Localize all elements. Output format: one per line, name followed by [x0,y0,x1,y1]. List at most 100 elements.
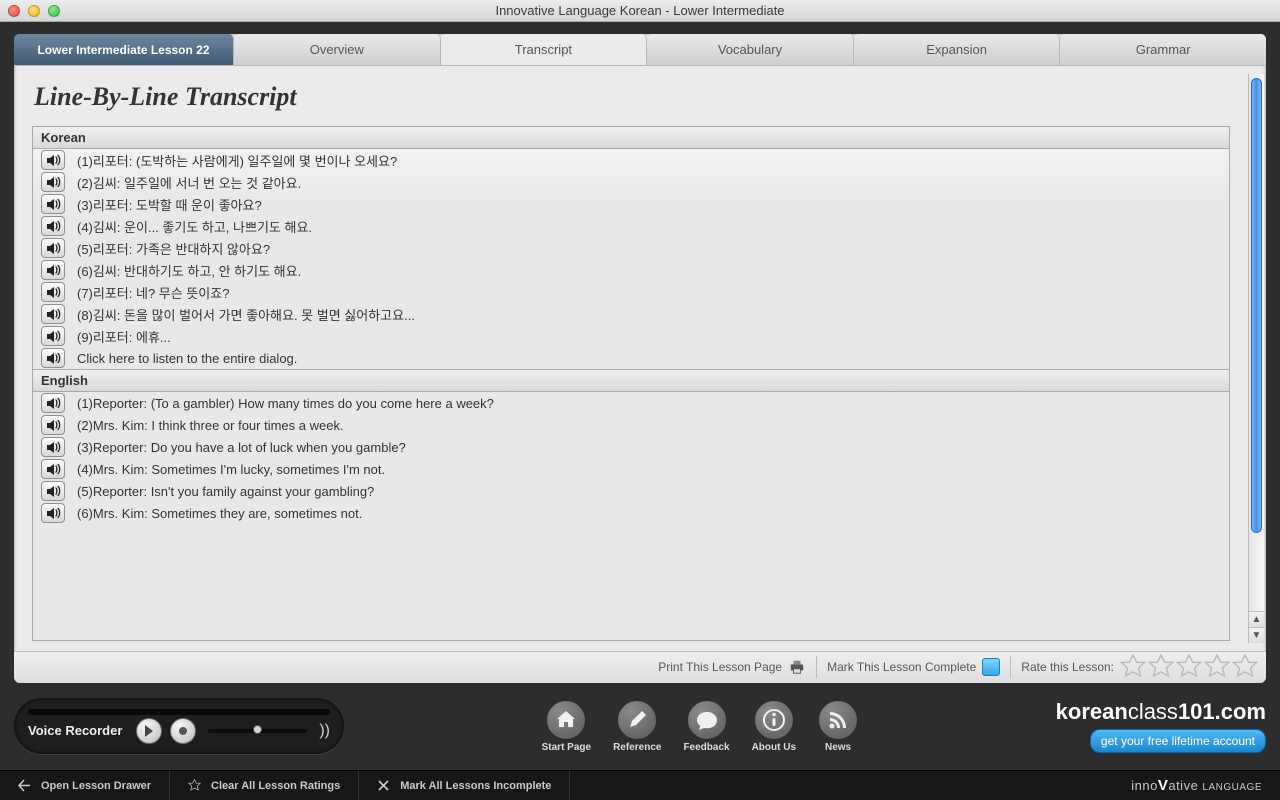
promo-brand: koreanclass101.com [1056,699,1266,725]
play-line-button[interactable] [41,459,65,479]
line-text: (2)김씨: 일주일에 서너 번 오는 것 같아요. [77,173,301,192]
play-line-button[interactable] [41,238,65,258]
scroll-up-icon[interactable]: ▲ [1249,611,1264,627]
play-line-button[interactable] [41,172,65,192]
transcript-line: Click here to listen to the entire dialo… [33,347,1229,369]
play-button[interactable] [136,718,162,744]
minimize-icon[interactable] [28,5,40,17]
voice-recorder: Voice Recorder )) [14,698,344,754]
recorder-progress[interactable] [28,709,330,715]
scroll-down-icon[interactable]: ▼ [1249,627,1264,643]
play-line-button[interactable] [41,260,65,280]
play-line-button[interactable] [41,415,65,435]
brand-label: innoVative LANGUAGE [1131,777,1280,794]
clear-ratings-button[interactable]: Clear All Lesson Ratings [170,771,359,800]
transcript-line: (3)리포터: 도박할 때 운이 좋아요? [33,193,1229,215]
x-icon [377,779,390,792]
nav-feedback[interactable]: Feedback [683,700,729,753]
promo-cta-button[interactable]: get your free lifetime account [1090,729,1266,753]
transcript-line: (3)Reporter: Do you have a lot of luck w… [33,436,1229,458]
transcript-line: (6)김씨: 반대하기도 하고, 안 하기도 해요. [33,259,1229,281]
open-lesson-drawer-button[interactable]: Open Lesson Drawer [0,771,170,800]
info-icon [754,700,794,740]
play-line-button[interactable] [41,393,65,413]
line-text: (8)김씨: 돈을 많이 벌어서 가면 좋아해요. 못 벌면 싫어하고요... [77,305,415,324]
line-text: (2)Mrs. Kim: I think three or four times… [77,418,344,433]
star-icon[interactable] [1148,654,1174,680]
speaker-icon [46,198,61,211]
play-line-button[interactable] [41,304,65,324]
speaker-icon [46,441,61,454]
play-line-button[interactable] [41,282,65,302]
play-line-button[interactable] [41,481,65,501]
play-icon [144,725,154,737]
speaker-icon [46,176,61,189]
star-icon[interactable] [1120,654,1146,680]
nav-start-page[interactable]: Start Page [542,700,591,753]
play-line-button[interactable] [41,437,65,457]
nav-label: Feedback [683,742,729,753]
speaker-icon [46,330,61,343]
transcript-line: (5)Reporter: Isn't you family against yo… [33,480,1229,502]
play-line-button[interactable] [41,503,65,523]
play-line-button[interactable] [41,326,65,346]
drawer-icon [18,779,31,792]
nav-label: Reference [613,742,661,753]
star-icon[interactable] [1232,654,1258,680]
zoom-icon[interactable] [48,5,60,17]
speaker-icon [46,242,61,255]
tab-expansion[interactable]: Expansion [854,34,1061,65]
line-text: (6)Mrs. Kim: Sometimes they are, sometim… [77,506,362,521]
mark-complete-button[interactable]: Mark This Lesson Complete [827,658,1000,676]
star-icon[interactable] [1204,654,1230,680]
rating-stars[interactable] [1120,654,1258,680]
speaker-icon [46,286,61,299]
complete-checkbox-icon [982,658,1000,676]
nav-reference[interactable]: Reference [613,700,661,753]
line-text: (5)리포터: 가족은 반대하지 않아요? [77,239,270,258]
line-text: (6)김씨: 반대하기도 하고, 안 하기도 해요. [77,261,301,280]
speaker-icon [46,397,61,410]
nav-label: About Us [752,742,796,753]
rss-icon [818,700,858,740]
transcript-line: (6)Mrs. Kim: Sometimes they are, sometim… [33,502,1229,524]
speaker-icon [46,419,61,432]
line-text: Click here to listen to the entire dialo… [77,351,297,366]
volume-slider[interactable] [208,729,308,733]
transcript-line: (4)김씨: 운이... 좋기도 하고, 나쁘기도 해요. [33,215,1229,237]
nav-news[interactable]: News [818,700,858,753]
star-icon[interactable] [1176,654,1202,680]
play-line-button[interactable] [41,216,65,236]
volume-thumb[interactable] [253,725,262,734]
line-text: (4)김씨: 운이... 좋기도 하고, 나쁘기도 해요. [77,217,312,236]
tab-vocabulary[interactable]: Vocabulary [647,34,854,65]
line-text: (4)Mrs. Kim: Sometimes I'm lucky, someti… [77,462,385,477]
line-text: (5)Reporter: Isn't you family against yo… [77,484,374,499]
page-title: Line-By-Line Transcript [34,82,1230,112]
tab-transcript[interactable]: Transcript [441,34,648,65]
transcript-line: (1)리포터: (도박하는 사람에게) 일주일에 몇 번이나 오세요? [33,149,1229,171]
line-text: (9)리포터: 에휴... [77,327,171,346]
bottom-bar: Open Lesson Drawer Clear All Lesson Rati… [0,770,1280,800]
window-title: Innovative Language Korean - Lower Inter… [0,3,1280,18]
lesson-badge[interactable]: Lower Intermediate Lesson 22 [14,34,234,65]
tab-overview[interactable]: Overview [234,34,441,65]
printer-icon [788,659,806,675]
mark-incomplete-button[interactable]: Mark All Lessons Incomplete [359,771,570,800]
transcript-line: (8)김씨: 돈을 많이 벌어서 가면 좋아해요. 못 벌면 싫어하고요... [33,303,1229,325]
nav-label: Start Page [542,742,591,753]
record-button[interactable] [170,718,196,744]
nav-about-us[interactable]: About Us [752,700,796,753]
scroll-thumb[interactable] [1251,78,1262,533]
close-icon[interactable] [8,5,20,17]
transcript-line: (2)김씨: 일주일에 서너 번 오는 것 같아요. [33,171,1229,193]
tab-grammar[interactable]: Grammar [1060,34,1266,65]
print-lesson-button[interactable]: Print This Lesson Page [658,659,806,675]
promo: koreanclass101.com get your free lifetim… [1056,699,1266,753]
pen-icon [617,700,657,740]
play-line-button[interactable] [41,150,65,170]
play-line-button[interactable] [41,348,65,368]
scrollbar[interactable]: ▲ ▼ [1248,74,1264,643]
transcript-line: (5)리포터: 가족은 반대하지 않아요? [33,237,1229,259]
play-line-button[interactable] [41,194,65,214]
